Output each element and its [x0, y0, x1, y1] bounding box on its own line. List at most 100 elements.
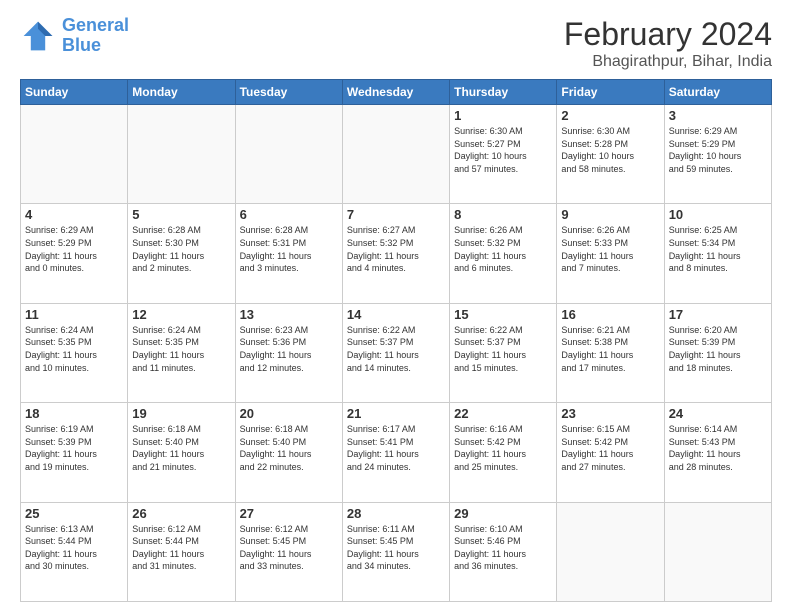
day-info: Sunrise: 6:17 AM Sunset: 5:41 PM Dayligh…	[347, 423, 445, 473]
day-number: 9	[561, 207, 659, 222]
day-info: Sunrise: 6:27 AM Sunset: 5:32 PM Dayligh…	[347, 224, 445, 274]
day-info: Sunrise: 6:29 AM Sunset: 5:29 PM Dayligh…	[669, 125, 767, 175]
day-cell-15: 11 Sunrise: 6:24 AM Sunset: 5:35 PM Dayli…	[21, 303, 128, 402]
day-number: 10	[669, 207, 767, 222]
header-friday: Friday	[557, 80, 664, 105]
day-info: Sunrise: 6:21 AM Sunset: 5:38 PM Dayligh…	[561, 324, 659, 374]
day-cell-30: 26Sunrise: 6:12 AM Sunset: 5:44 PM Dayli…	[128, 502, 235, 601]
day-number: 4	[25, 207, 123, 222]
day-info: Sunrise: 6:16 AM Sunset: 5:42 PM Dayligh…	[454, 423, 552, 473]
day-cell-21: 17Sunrise: 6:20 AM Sunset: 5:39 PM Dayli…	[664, 303, 771, 402]
day-info: Sunrise: 6:30 AM Sunset: 5:28 PM Dayligh…	[561, 125, 659, 175]
day-number: 15	[454, 307, 552, 322]
day-cell-32: 28Sunrise: 6:11 AM Sunset: 5:45 PM Dayli…	[342, 502, 449, 601]
day-cell-4	[342, 105, 449, 204]
day-number: 7	[347, 207, 445, 222]
day-cell-31: 27 Sunrise: 6:12 AM Sunset: 5:45 PM Dayli…	[235, 502, 342, 601]
day-cell-8: 4 Sunrise: 6:29 AM Sunset: 5:29 PM Daylig…	[21, 204, 128, 303]
week-row-5: 25 Sunrise: 6:13 AM Sunset: 5:44 PM Dayli…	[21, 502, 772, 601]
day-number: 23	[561, 406, 659, 421]
logo-icon	[20, 18, 56, 54]
day-cell-6: 2 Sunrise: 6:30 AM Sunset: 5:28 PM Daylig…	[557, 105, 664, 204]
logo: General Blue	[20, 16, 129, 56]
day-number: 18	[25, 406, 123, 421]
title-block: February 2024 Bhagirathpur, Bihar, India	[564, 16, 772, 71]
day-cell-33: 29 Sunrise: 6:10 AM Sunset: 5:46 PM Dayli…	[450, 502, 557, 601]
day-number: 1	[454, 108, 552, 123]
day-cell-11: 7 Sunrise: 6:27 AM Sunset: 5:32 PM Daylig…	[342, 204, 449, 303]
day-cell-13: 9 Sunrise: 6:26 AM Sunset: 5:33 PM Daylig…	[557, 204, 664, 303]
day-info: Sunrise: 6:11 AM Sunset: 5:45 PM Dayligh…	[347, 523, 445, 573]
day-cell-34	[557, 502, 664, 601]
day-info: Sunrise: 6:24 AM Sunset: 5:35 PM Dayligh…	[25, 324, 123, 374]
day-number: 6	[240, 207, 338, 222]
day-info: Sunrise: 6:12 AM Sunset: 5:45 PM Dayligh…	[240, 523, 338, 573]
day-info: Sunrise: 6:25 AM Sunset: 5:34 PM Dayligh…	[669, 224, 767, 274]
day-cell-5: 1Sunrise: 6:30 AM Sunset: 5:27 PM Daylig…	[450, 105, 557, 204]
day-info: Sunrise: 6:14 AM Sunset: 5:43 PM Dayligh…	[669, 423, 767, 473]
day-number: 17	[669, 307, 767, 322]
day-number: 11	[25, 307, 123, 322]
day-cell-24: 20Sunrise: 6:18 AM Sunset: 5:40 PM Dayli…	[235, 403, 342, 502]
week-row-4: 18Sunrise: 6:19 AM Sunset: 5:39 PM Dayli…	[21, 403, 772, 502]
day-cell-28: 24 Sunrise: 6:14 AM Sunset: 5:43 PM Dayli…	[664, 403, 771, 502]
day-cell-19: 15 Sunrise: 6:22 AM Sunset: 5:37 PM Dayli…	[450, 303, 557, 402]
day-number: 20	[240, 406, 338, 421]
day-cell-23: 19 Sunrise: 6:18 AM Sunset: 5:40 PM Dayli…	[128, 403, 235, 502]
page: General Blue February 2024 Bhagirathpur,…	[0, 0, 792, 612]
day-cell-29: 25 Sunrise: 6:13 AM Sunset: 5:44 PM Dayli…	[21, 502, 128, 601]
day-number: 14	[347, 307, 445, 322]
day-info: Sunrise: 6:13 AM Sunset: 5:44 PM Dayligh…	[25, 523, 123, 573]
day-number: 27	[240, 506, 338, 521]
day-number: 8	[454, 207, 552, 222]
day-info: Sunrise: 6:10 AM Sunset: 5:46 PM Dayligh…	[454, 523, 552, 573]
day-info: Sunrise: 6:18 AM Sunset: 5:40 PM Dayligh…	[132, 423, 230, 473]
day-cell-20: 16 Sunrise: 6:21 AM Sunset: 5:38 PM Dayli…	[557, 303, 664, 402]
day-cell-22: 18Sunrise: 6:19 AM Sunset: 5:39 PM Dayli…	[21, 403, 128, 502]
day-number: 21	[347, 406, 445, 421]
day-info: Sunrise: 6:22 AM Sunset: 5:37 PM Dayligh…	[347, 324, 445, 374]
day-cell-35	[664, 502, 771, 601]
day-cell-3	[235, 105, 342, 204]
header-tuesday: Tuesday	[235, 80, 342, 105]
day-number: 29	[454, 506, 552, 521]
month-year-title: February 2024	[564, 16, 772, 53]
day-number: 5	[132, 207, 230, 222]
day-cell-1	[21, 105, 128, 204]
header-monday: Monday	[128, 80, 235, 105]
day-number: 13	[240, 307, 338, 322]
day-number: 12	[132, 307, 230, 322]
day-number: 2	[561, 108, 659, 123]
day-number: 3	[669, 108, 767, 123]
day-cell-16: 12 Sunrise: 6:24 AM Sunset: 5:35 PM Dayli…	[128, 303, 235, 402]
day-info: Sunrise: 6:26 AM Sunset: 5:32 PM Dayligh…	[454, 224, 552, 274]
day-info: Sunrise: 6:15 AM Sunset: 5:42 PM Dayligh…	[561, 423, 659, 473]
day-cell-14: 10 Sunrise: 6:25 AM Sunset: 5:34 PM Dayli…	[664, 204, 771, 303]
day-number: 16	[561, 307, 659, 322]
location-subtitle: Bhagirathpur, Bihar, India	[564, 53, 772, 71]
day-number: 19	[132, 406, 230, 421]
day-number: 26	[132, 506, 230, 521]
day-info: Sunrise: 6:24 AM Sunset: 5:35 PM Dayligh…	[132, 324, 230, 374]
day-cell-17: 13 Sunrise: 6:23 AM Sunset: 5:36 PM Dayli…	[235, 303, 342, 402]
day-info: Sunrise: 6:23 AM Sunset: 5:36 PM Dayligh…	[240, 324, 338, 374]
day-cell-26: 22Sunrise: 6:16 AM Sunset: 5:42 PM Dayli…	[450, 403, 557, 502]
day-cell-27: 23 Sunrise: 6:15 AM Sunset: 5:42 PM Dayli…	[557, 403, 664, 502]
logo-text: General Blue	[62, 16, 129, 56]
day-cell-25: 21 Sunrise: 6:17 AM Sunset: 5:41 PM Dayli…	[342, 403, 449, 502]
header-thursday: Thursday	[450, 80, 557, 105]
day-number: 24	[669, 406, 767, 421]
day-cell-2	[128, 105, 235, 204]
header-saturday: Saturday	[664, 80, 771, 105]
day-info: Sunrise: 6:26 AM Sunset: 5:33 PM Dayligh…	[561, 224, 659, 274]
calendar-table: Sunday Monday Tuesday Wednesday Thursday…	[20, 79, 772, 602]
day-number: 25	[25, 506, 123, 521]
header: General Blue February 2024 Bhagirathpur,…	[20, 16, 772, 71]
day-info: Sunrise: 6:29 AM Sunset: 5:29 PM Dayligh…	[25, 224, 123, 274]
header-wednesday: Wednesday	[342, 80, 449, 105]
week-row-2: 4 Sunrise: 6:29 AM Sunset: 5:29 PM Daylig…	[21, 204, 772, 303]
week-row-1: 1Sunrise: 6:30 AM Sunset: 5:27 PM Daylig…	[21, 105, 772, 204]
day-info: Sunrise: 6:22 AM Sunset: 5:37 PM Dayligh…	[454, 324, 552, 374]
week-row-3: 11 Sunrise: 6:24 AM Sunset: 5:35 PM Dayli…	[21, 303, 772, 402]
day-cell-18: 14 Sunrise: 6:22 AM Sunset: 5:37 PM Dayli…	[342, 303, 449, 402]
